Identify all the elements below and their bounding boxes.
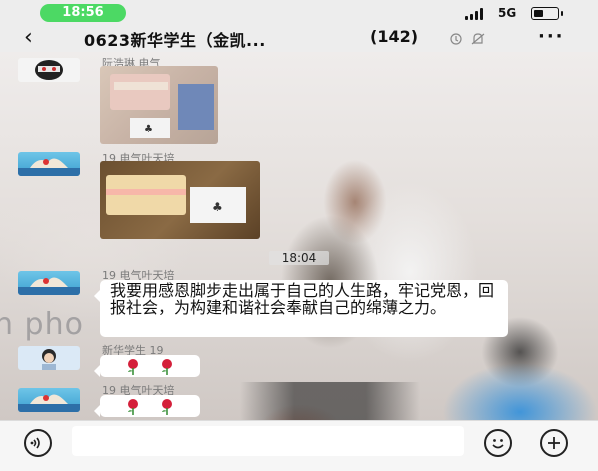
member-count: (142) [370, 27, 419, 46]
avatar[interactable] [18, 346, 80, 370]
rose-icon [162, 398, 172, 415]
avatar[interactable] [18, 271, 80, 295]
svg-text:♣: ♣ [212, 200, 223, 214]
mute-icon [450, 33, 485, 45]
plus-icon[interactable] [540, 429, 568, 457]
rose-icon [128, 358, 138, 375]
network-type: 5G [498, 6, 517, 20]
image-message[interactable]: ♣ [100, 161, 260, 239]
chat-wallpaper: n pho [0, 52, 598, 422]
avatar[interactable] [18, 388, 80, 412]
battery-icon [531, 7, 563, 20]
image-message[interactable]: ♣ [100, 66, 218, 144]
svg-text:♣: ♣ [144, 124, 153, 135]
avatar[interactable] [18, 152, 80, 176]
status-time: 18:56 [40, 4, 126, 22]
wallpaper-shadow [240, 382, 420, 422]
emoji-icon[interactable] [484, 429, 512, 457]
more-button[interactable]: ··· [538, 26, 565, 48]
input-bar [0, 420, 598, 471]
rose-icon [162, 358, 172, 375]
avatar[interactable] [18, 58, 80, 82]
voice-icon[interactable] [24, 429, 52, 457]
emoji-message[interactable] [94, 395, 200, 417]
chat-header: ‹ 0623新华学生（金凯... (142) ··· [0, 26, 598, 52]
text-message[interactable]: 我要用感恩脚步走出属于自己的人生路，牢记党恩，回报社会，为构建和谐社会奉献自己的… [94, 280, 508, 337]
back-button[interactable]: ‹ [24, 26, 33, 50]
signal-icon [465, 8, 489, 20]
chat-title[interactable]: 0623新华学生（金凯... [84, 27, 266, 51]
status-bar: 18:56 5G [0, 0, 598, 26]
rose-icon [128, 398, 138, 415]
emoji-message[interactable] [94, 355, 200, 377]
message-input[interactable] [72, 426, 464, 456]
message-timestamp: 18:04 [269, 251, 329, 265]
wallpaper-text: n pho [0, 307, 84, 342]
